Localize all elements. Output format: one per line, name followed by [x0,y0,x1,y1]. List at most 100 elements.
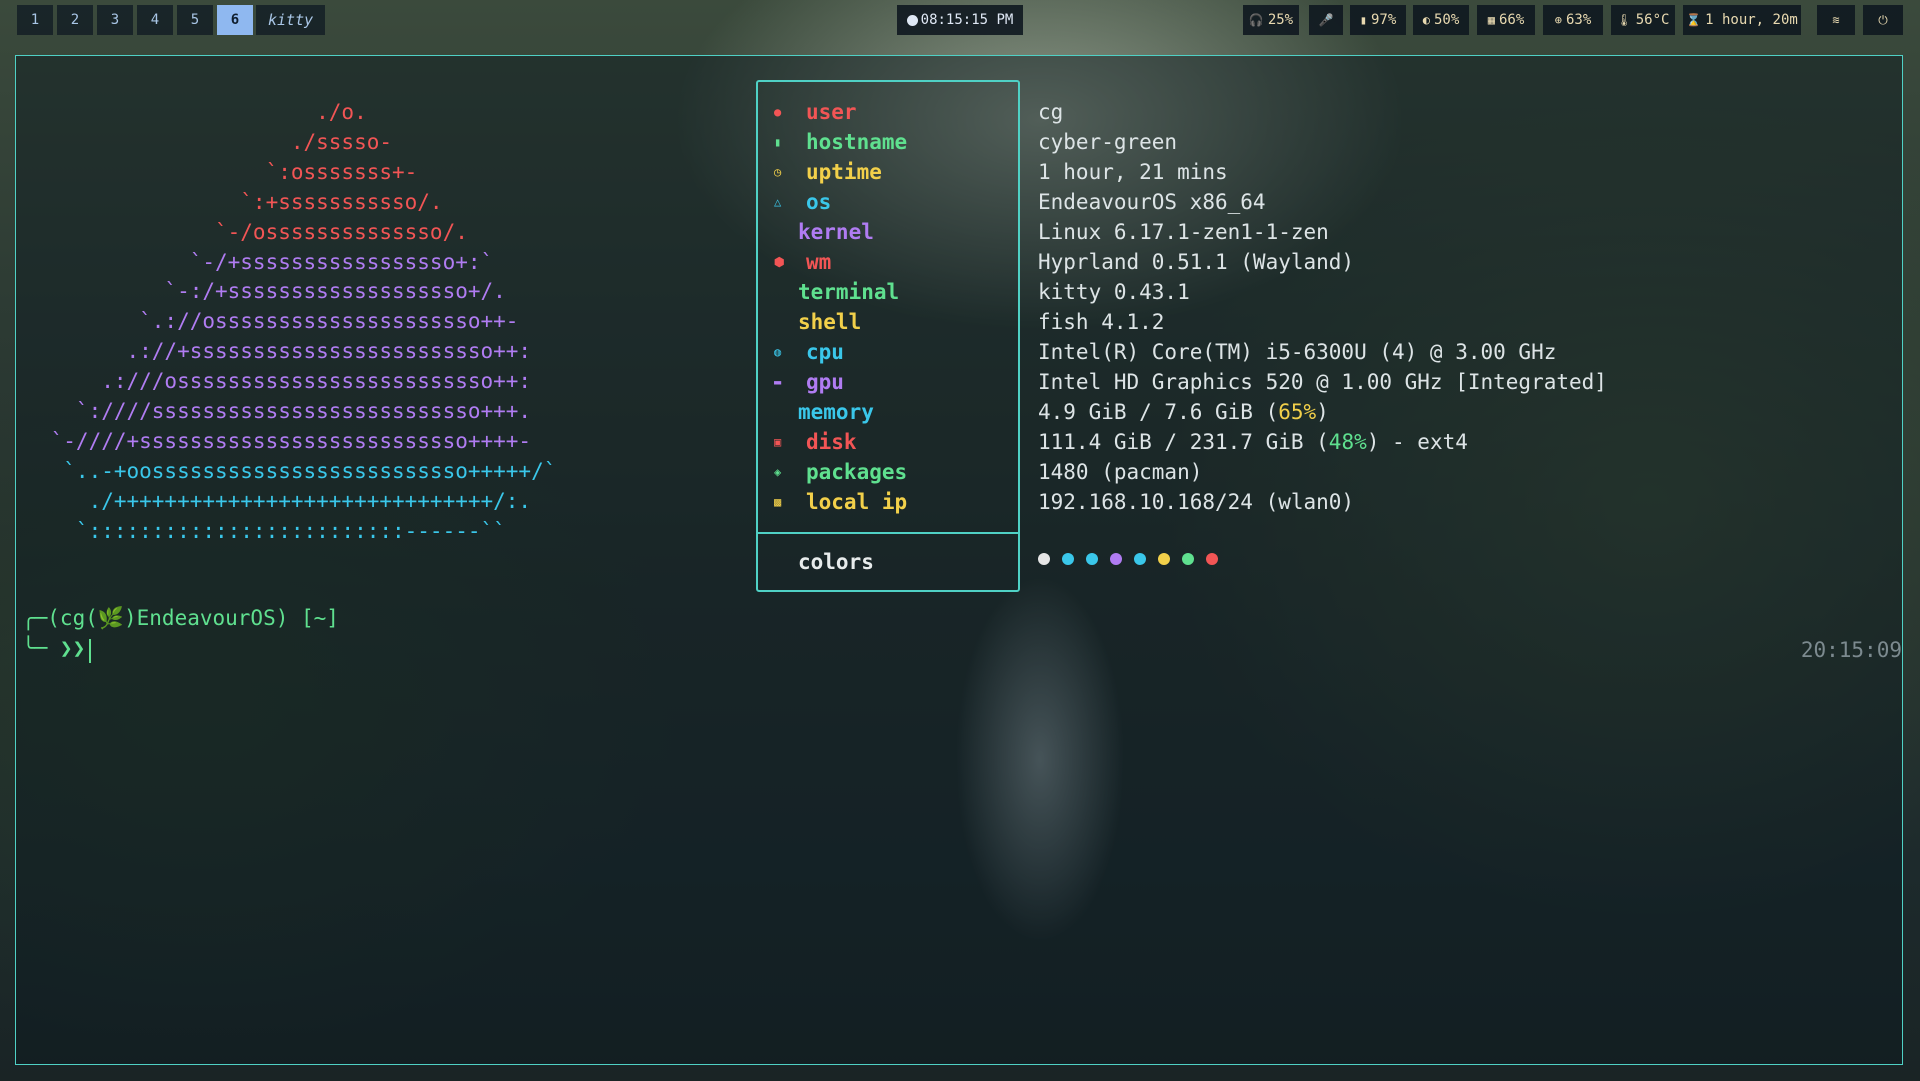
wifi-status[interactable]: ≋ [1817,5,1855,35]
fetch-label: hostname [806,130,908,154]
volume-status[interactable]: 🎧 25% [1243,5,1299,35]
color-swatch [1062,553,1074,565]
logo-line: ./++++++++++++++++++++++++++++++/:. [38,488,532,513]
color-swatch [1110,553,1122,565]
battery-status[interactable]: ▮ 97% [1350,5,1406,35]
shell-prompt-line2[interactable]: ╰─ ❯❯ [22,636,98,660]
workspace-3[interactable]: 3 [97,5,133,35]
logo-line: ./o. [38,100,367,124]
clock-icon [906,14,918,26]
fetch-value-packages: 1480 (pacman) [1038,460,1203,484]
mic-muted-icon: 🎤 [1318,13,1334,27]
colors-label: colors [798,550,874,574]
fetch-label: local ip [806,490,908,514]
memory-icon: ▦ [1487,13,1495,27]
fetch-value-hostname: cyber-green [1038,130,1178,154]
fetch-label: os [806,190,832,214]
fetch-value-percent: 48% [1328,430,1367,454]
fetch-label: user [806,100,857,124]
brightness-value: 50% [1433,12,1460,28]
fetch-value-disk: 111.4 GiB / 231.7 GiB (48%) - ext4 [1038,427,1468,457]
fetch-value-part: ) [1316,400,1329,424]
workspace-5[interactable]: 5 [177,5,213,35]
fetch-value-shell: fish 4.1.2 [1038,310,1165,334]
clock-time: 08:15:15 PM [920,12,1014,28]
thermometer-icon: 🌡 [1616,13,1632,27]
fetch-divider [758,532,1018,534]
logo-line: `:osssssss+- [38,159,418,184]
power-icon: ⏻ [1878,12,1888,27]
prompt-right-time: 20:15:09 [1800,638,1902,662]
color-palette [1038,553,1218,565]
logo-line: `-/ossssssssssssso/. [38,219,468,244]
window-title: kitty [256,5,326,35]
fetch-label: packages [806,460,908,484]
fetch-value-wm: Hyprland 0.51.1 (Wayland) [1038,250,1355,274]
uptime-status[interactable]: ⌛ 1 hour, 20m [1683,5,1801,35]
mic-status[interactable]: 🎤 [1309,5,1343,35]
memory-value: 66% [1498,12,1525,28]
gpu-icon: ▬ [774,375,782,389]
fetch-label: memory [798,400,874,424]
fetch-row-wm: ⬢ wm [758,247,831,277]
headphones-icon: 🎧 [1248,13,1264,27]
fetch-value-memory: 4.9 GiB / 7.6 GiB (65%) [1038,397,1329,427]
power-menu[interactable]: ⏻ [1863,5,1903,35]
fetch-value-part: 111.4 GiB / 231.7 GiB ( [1038,430,1329,454]
logo-line: `:////ssssssssssssssssssssssssso+++. [38,399,532,424]
network-icon: ▩ [774,495,782,509]
fetch-label: uptime [806,160,882,184]
fetch-value-local-ip: 192.168.10.168/24 (wlan0) [1038,490,1355,514]
fetch-label: wm [806,250,832,274]
clock[interactable]: 08:15:15 PM [897,5,1023,35]
cube-icon: ⬢ [774,255,785,269]
brightness-status[interactable]: ◐ 50% [1413,5,1469,35]
uptime-value: 1 hour, 20m [1705,12,1798,28]
logo-line: `.://osssssssssssssssssssso++- [38,309,519,334]
fetch-row-os: △ os [758,187,831,217]
linux-icon: △ [774,195,782,209]
endeavouros-ascii-logo: ./o. ./sssso- `:osssssss+- `:+ssssssssss… [38,98,557,547]
temperature-value: 56°C [1635,12,1670,28]
cpu-value: 63% [1565,12,1592,28]
fetch-row-user: ● user [758,97,857,127]
fetch-label: gpu [806,370,844,394]
fetch-row-packages: ◈ packages [758,457,907,487]
cpu-icon: ⊕ [1554,13,1562,27]
workspace-4[interactable]: 4 [137,5,173,35]
logo-line: `:+sssssssssso/. [38,189,443,214]
disk-icon: ▣ [774,435,782,449]
user-icon: ● [774,105,782,119]
logo-line: ./sssso- [38,129,393,154]
battery-icon: ▮ [1359,13,1367,27]
fetch-value-user: cg [1038,100,1064,124]
battery-value: 97% [1370,12,1397,28]
logo-line: `-////+ssssssssssssssssssssssssso++++- [38,428,532,453]
fetch-value-percent: 65% [1278,400,1317,424]
fetch-value-terminal: kitty 0.43.1 [1038,280,1190,304]
text-cursor [89,639,91,663]
fetch-value-uptime: 1 hour, 21 mins [1038,160,1228,184]
workspace-2[interactable]: 2 [57,5,93,35]
temperature-status[interactable]: 🌡 56°C [1611,5,1675,35]
fetch-value-kernel: Linux 6.17.1-zen1-1-zen [1038,220,1329,244]
logo-line: `..-+oosssssssssssssssssssssssso+++++/` [38,458,557,483]
workspace-6[interactable]: 6 [217,5,253,35]
color-swatch [1158,553,1170,565]
fetch-label: cpu [806,340,844,364]
fetch-row-gpu: ▬ gpu [758,367,844,397]
fetch-value-os: EndeavourOS x86_64 [1038,190,1266,214]
cpu-status[interactable]: ⊕ 63% [1543,5,1603,35]
memory-status[interactable]: ▦ 66% [1477,5,1535,35]
fetch-label: disk [806,430,857,454]
fetch-label: kernel [798,220,874,244]
wifi-icon: ≋ [1832,13,1840,27]
workspace-1[interactable]: 1 [17,5,53,35]
color-swatch [1134,553,1146,565]
logo-line: `:::::::::::::::::::::::::------`` [38,518,506,543]
logo-line: .://+ssssssssssssssssssssssso++: [38,339,532,364]
fetch-value-gpu: Intel HD Graphics 520 @ 1.00 GHz [Integr… [1038,370,1607,394]
fetch-row-disk: ▣ disk [758,427,857,457]
brightness-icon: ◐ [1422,13,1430,27]
cpu-icon: ◍ [774,345,782,359]
